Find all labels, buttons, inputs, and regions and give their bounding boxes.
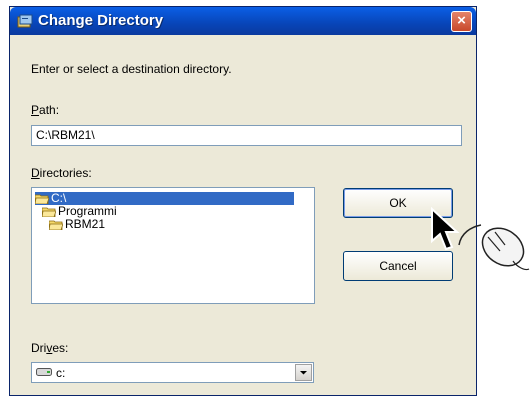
- dialog-title: Change Directory: [38, 12, 164, 29]
- drive-icon: [36, 368, 52, 376]
- path-label-rest: ath:: [39, 103, 60, 117]
- change-directory-dialog: Change Directory × Enter or select a des…: [9, 6, 477, 396]
- open-folder-icon: [35, 194, 49, 204]
- path-input[interactable]: C:\RBM21\: [31, 125, 462, 146]
- open-folder-icon: [49, 220, 63, 230]
- directory-item[interactable]: RBM21: [49, 218, 105, 231]
- drives-label-pre: Dri: [31, 341, 47, 355]
- path-label: Path:: [31, 103, 59, 117]
- directories-label-mnemonic: D: [31, 166, 40, 180]
- directories-label: Directories:: [31, 166, 92, 180]
- directory-item-label: Programmi: [58, 204, 117, 218]
- drives-label: Drives:: [31, 341, 68, 355]
- path-label-mnemonic: P: [31, 103, 40, 117]
- app-icon: [17, 14, 33, 28]
- chevron-down-icon: [300, 371, 307, 375]
- drives-label-post: es:: [52, 341, 69, 355]
- close-button[interactable]: ×: [451, 11, 472, 32]
- title-bar[interactable]: Change Directory ×: [10, 7, 476, 35]
- drive-value: c:: [56, 366, 66, 380]
- directories-listbox[interactable]: C:\ Programmi RBM21: [31, 187, 315, 304]
- cancel-button[interactable]: Cancel: [343, 251, 453, 281]
- directory-item-label: RBM21: [65, 217, 106, 231]
- open-folder-icon: [42, 207, 56, 217]
- drives-dropdown[interactable]: c:: [31, 362, 314, 383]
- directories-label-rest: irectories:: [39, 166, 92, 180]
- dropdown-button[interactable]: [295, 364, 312, 381]
- directory-item-label: C:\: [51, 191, 67, 205]
- instruction-text: Enter or select a destination directory.: [31, 62, 232, 76]
- computer-mouse-icon: [458, 224, 530, 271]
